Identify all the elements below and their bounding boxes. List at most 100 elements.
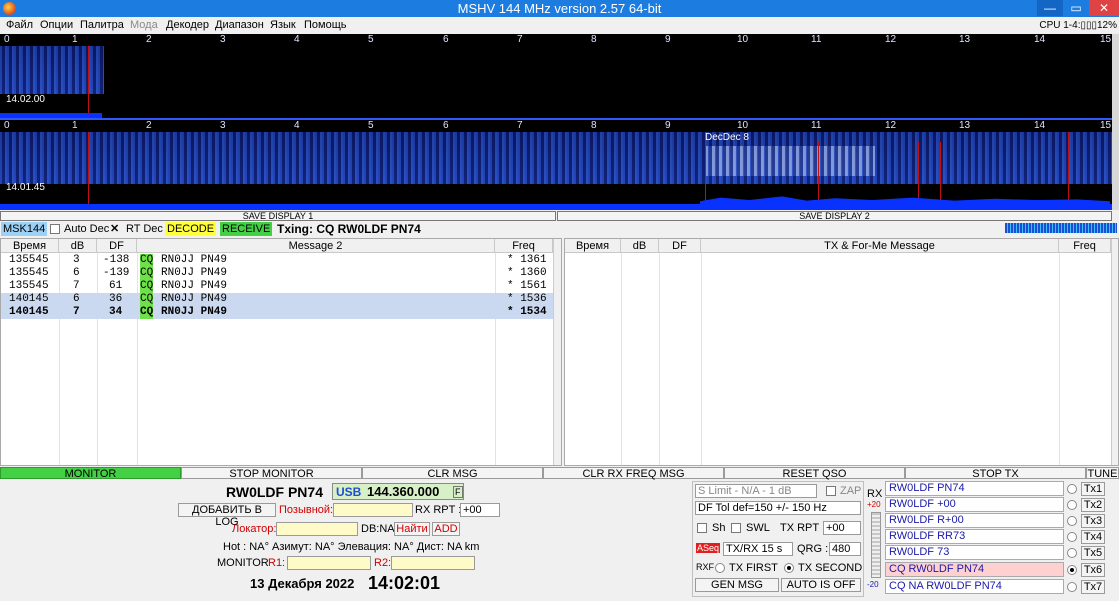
gen-msg-button[interactable]: GEN MSG (695, 578, 779, 592)
menu-help[interactable]: Помощь (304, 19, 347, 31)
col-db-header[interactable]: dB (59, 239, 97, 253)
tx7-radio[interactable] (1067, 582, 1077, 592)
save-display-1-button[interactable]: SAVE DISPLAY 1 (0, 211, 556, 221)
tx2-radio[interactable] (1067, 500, 1077, 510)
col-df-header[interactable]: DF (97, 239, 137, 253)
col-freq-header[interactable]: Freq (495, 239, 553, 253)
s-limit-spinbox[interactable]: S Limit - N/A - 1 dB (695, 484, 817, 498)
menu-palette[interactable]: Палитра (80, 19, 124, 31)
tx3-radio[interactable] (1067, 516, 1077, 526)
menu-decoder[interactable]: Декодер (166, 19, 209, 31)
swl-label: SWL (746, 522, 770, 534)
menu-mode[interactable]: Мода (130, 19, 158, 31)
rt-dec-checkbox[interactable]: ✕ (110, 222, 119, 236)
tx5-radio[interactable] (1067, 548, 1077, 558)
tx1-radio[interactable] (1067, 484, 1077, 494)
tx3-message-field[interactable]: RW0LDF R+00 (885, 513, 1064, 528)
tx4-button[interactable]: Tx4 (1081, 530, 1105, 544)
tx5-button[interactable]: Tx5 (1081, 546, 1105, 560)
clr-rx-freq-button[interactable]: CLR RX FREQ MSG (543, 467, 724, 480)
frequency-display: USB 144.360.000 F (332, 483, 464, 500)
auto-dec-checkbox[interactable] (50, 224, 60, 234)
tx2-message-field[interactable]: RW0LDF +00 (885, 497, 1064, 512)
col-time-header[interactable]: Время (1, 239, 59, 253)
col-message-header[interactable]: Message 2 (137, 239, 495, 253)
add-button[interactable]: ADD (432, 522, 460, 536)
find-button[interactable]: Найти (394, 522, 430, 536)
rx-rpt-spinbox[interactable]: +00 (460, 503, 500, 517)
col-db-header[interactable]: dB (621, 239, 659, 253)
auto-off-button[interactable]: AUTO IS OFF (781, 578, 861, 592)
tx7-message-field[interactable]: CQ NA RW0LDF PN74 (885, 579, 1064, 594)
tx7-button[interactable]: Tx7 (1081, 580, 1105, 594)
tx1-message-field[interactable]: RW0LDF PN74 (885, 481, 1064, 496)
save-display-2-button[interactable]: SAVE DISPLAY 2 (557, 211, 1112, 221)
tx6-radio[interactable] (1067, 565, 1077, 575)
qrg-input[interactable]: 480 (829, 542, 861, 556)
locator-input[interactable] (276, 522, 358, 536)
tx5-message-field[interactable]: RW0LDF 73 (885, 545, 1064, 560)
tx-first-radio[interactable] (715, 563, 725, 573)
ruler-tick: 7 (517, 120, 523, 131)
swl-checkbox[interactable] (731, 523, 741, 533)
table-row[interactable]: 140145 6 36 CQ RN0JJ PN49 * 1536 (1, 293, 553, 306)
callsign-input[interactable] (333, 503, 413, 517)
table-row[interactable]: 135545 7 61 CQ RN0JJ PN49 * 1561 (1, 280, 553, 293)
minimize-button[interactable]: — (1037, 0, 1063, 16)
close-button[interactable]: ✕ (1089, 0, 1119, 16)
tx4-radio[interactable] (1067, 532, 1077, 542)
stop-tx-button[interactable]: STOP TX (905, 467, 1086, 480)
tune-button[interactable]: TUNE (1086, 467, 1119, 480)
menu-language[interactable]: Язык (270, 19, 296, 31)
df-tol-spinbox[interactable]: DF Tol def=150 +/- 150 Hz (695, 501, 861, 515)
sh-checkbox[interactable] (697, 523, 707, 533)
reset-qso-button[interactable]: RESET QSO (724, 467, 905, 480)
left-list-scrollbar[interactable] (553, 239, 561, 465)
window-title: MSHV 144 MHz version 2.57 64-bit (457, 1, 662, 16)
stop-monitor-button[interactable]: STOP MONITOR (181, 467, 362, 480)
tx3-button[interactable]: Tx3 (1081, 514, 1105, 528)
waterfall-bottom[interactable]: DecDec 8 14.01.45 (0, 132, 1112, 210)
waterfall-scroll[interactable] (1112, 34, 1119, 210)
tx4-message-field[interactable]: RW0LDF RR73 (885, 529, 1064, 544)
cq-tag: CQ (140, 280, 154, 293)
frequency-ruler-bottom: 0 1 2 3 4 5 6 7 8 9 10 11 12 13 14 15 (0, 120, 1112, 132)
txrx-period-spinbox[interactable]: TX/RX 15 s (723, 542, 793, 556)
aseq-checkbox[interactable]: ASeq (696, 543, 721, 553)
decode-marker: DecDec 8 (705, 132, 749, 143)
tx1-button[interactable]: Tx1 (1081, 482, 1105, 496)
table-row[interactable]: 140145 7 34 CQ RN0JJ PN49 * 1534 (1, 306, 553, 319)
tx-second-radio[interactable] (784, 563, 794, 573)
add-to-log-button[interactable]: ДОБАВИТЬ В LOG (178, 503, 276, 528)
maximize-button[interactable]: ▭ (1063, 0, 1089, 16)
frequency-button[interactable]: F (453, 486, 463, 498)
mode-usb: USB (336, 485, 362, 499)
menu-options[interactable]: Опции (40, 19, 73, 31)
menu-file[interactable]: Файл (6, 19, 33, 31)
col-freq-header[interactable]: Freq (1059, 239, 1111, 253)
decode-list-left[interactable]: Время dB DF Message 2 Freq 135545 3 -138… (0, 238, 562, 466)
right-list-scrollbar[interactable] (1111, 239, 1118, 465)
locator-label: Локатор: (232, 523, 277, 535)
tx2-button[interactable]: Tx2 (1081, 498, 1105, 512)
menu-band[interactable]: Диапазон (215, 19, 264, 31)
table-row[interactable]: 135545 3 -138 CQ RN0JJ PN49 * 1361 (1, 254, 553, 267)
monitor-button[interactable]: MONITOR (0, 467, 181, 480)
tx-for-me-list[interactable]: Время dB DF TX & For-Me Message Freq (564, 238, 1119, 466)
tx6-message-field[interactable]: CQ RW0LDF PN74 (885, 562, 1064, 577)
frequency-value: 144.360.000 (367, 484, 440, 499)
qrg-label: QRG : (797, 543, 829, 555)
col-df-header[interactable]: DF (659, 239, 701, 253)
r2-input[interactable] (391, 556, 475, 570)
ruler-tick: 8 (591, 34, 597, 45)
zap-checkbox[interactable] (826, 486, 836, 496)
tx-rpt-spinbox[interactable]: +00 (823, 521, 861, 535)
tx6-button[interactable]: Tx6 (1081, 563, 1105, 577)
col-time-header[interactable]: Время (565, 239, 621, 253)
ruler-tick: 3 (220, 120, 226, 131)
r1-input[interactable] (287, 556, 371, 570)
col-tx-message-header[interactable]: TX & For-Me Message (701, 239, 1059, 253)
clr-msg-button[interactable]: CLR MSG (362, 467, 543, 480)
table-row[interactable]: 135545 6 -139 CQ RN0JJ PN49 * 1360 (1, 267, 553, 280)
waterfall-top[interactable]: 14.02.00 (0, 46, 1112, 120)
